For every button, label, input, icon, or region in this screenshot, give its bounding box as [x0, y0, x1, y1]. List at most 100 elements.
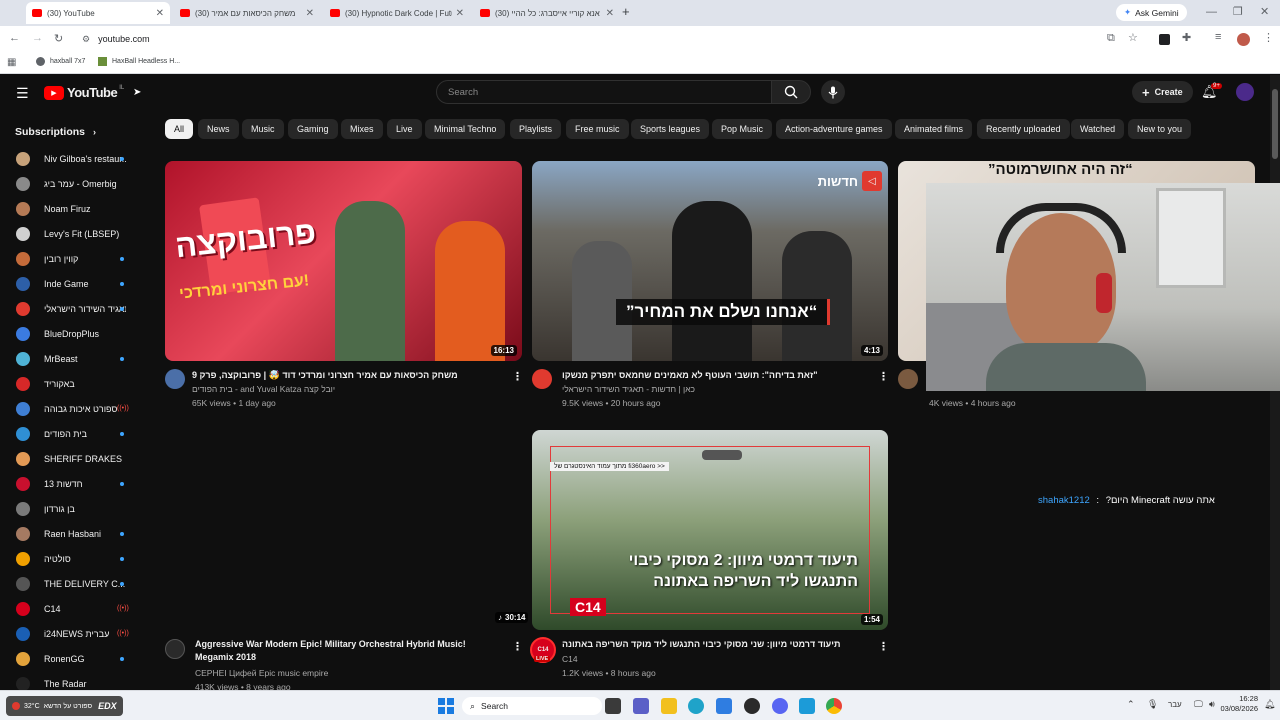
more-actions-icon[interactable]: ⋮ — [878, 640, 889, 653]
chip-playlists[interactable]: Playlists — [510, 119, 562, 139]
voice-search-button[interactable] — [821, 80, 845, 104]
sidebar-subscription-item[interactable]: Raen Hasbani — [0, 521, 140, 546]
tab-3[interactable]: (30) Hypnotic Dark Code | Futu ✕ — [324, 2, 470, 24]
media-controls-icon[interactable]: ≡ — [1215, 31, 1221, 43]
network-icon[interactable]: 🖵︎ — [1194, 699, 1203, 710]
close-tab-icon[interactable]: ✕ — [156, 8, 164, 19]
more-actions-icon[interactable]: ⋮ — [512, 640, 523, 653]
chip-action-adventure[interactable]: Action-adventure games — [776, 119, 892, 139]
extensions-puzzle-icon[interactable]: ✚ — [1182, 31, 1191, 44]
chip-watched[interactable]: Watched — [1071, 119, 1125, 139]
video-channel[interactable]: כאן | חדשות - תאגיד השידור הישראלי — [562, 383, 695, 396]
sidebar-subscription-item[interactable]: עמר ביג - Omerbig — [0, 171, 140, 196]
video-channel[interactable]: CEPHEI Цифей Epic music empire — [195, 667, 328, 680]
scrollbar-thumb[interactable] — [1272, 89, 1278, 159]
channel-avatar[interactable] — [165, 369, 185, 389]
video-title[interactable]: "זאת בדיחה": תושבי העוטף לא מאמינים שחמא… — [562, 369, 872, 382]
sidebar-subscription-item[interactable]: 13 חדשות — [0, 471, 140, 496]
taskbar-search[interactable]: ⌕ Search — [462, 697, 602, 715]
windows-start-icon[interactable] — [438, 698, 454, 714]
sidebar-subscription-item[interactable]: BlueDropPlus — [0, 321, 140, 346]
youtube-logo[interactable]: ▶ YouTube IL — [44, 85, 124, 100]
extension-icon[interactable] — [1159, 34, 1170, 45]
close-tab-icon[interactable]: ✕ — [456, 8, 464, 19]
teams-icon[interactable] — [633, 698, 649, 714]
file-explorer-icon[interactable] — [661, 698, 677, 714]
language-indicator[interactable]: עבר — [1168, 700, 1182, 709]
sidebar-subscription-item[interactable]: בית הפודים — [0, 421, 140, 446]
video-thumbnail[interactable]: פרובוקצה עם חצרוני ומרדכי! 16:13 — [165, 161, 522, 361]
account-avatar[interactable] — [1236, 83, 1254, 101]
back-icon[interactable]: ← — [9, 32, 20, 44]
chip-music[interactable]: Music — [242, 119, 284, 139]
weather-widget[interactable]: 32°C ספורט על הדשא EDX — [6, 696, 123, 716]
create-button[interactable]: + Create — [1132, 81, 1193, 103]
more-actions-icon[interactable]: ⋮ — [512, 370, 523, 383]
chip-news[interactable]: News — [198, 119, 239, 139]
chip-gaming[interactable]: Gaming — [288, 119, 338, 139]
chip-all[interactable]: All — [165, 119, 194, 139]
discord-icon[interactable] — [772, 698, 788, 714]
forward-icon[interactable]: → — [32, 32, 43, 44]
sidebar-subscription-item[interactable]: C14 ((•)) — [0, 596, 140, 621]
taskbar-clock[interactable]: 16:28 03/08/2026 — [1220, 694, 1258, 714]
profile-avatar[interactable] — [1237, 33, 1250, 46]
sidebar-subscription-item[interactable]: באקוריד — [0, 371, 140, 396]
sidebar-subscription-item[interactable]: קווין רובין — [0, 246, 140, 271]
video-channel[interactable]: C14 — [562, 653, 578, 666]
video-thumbnail[interactable]: מתוך עמוד האינסטגרם של fi360aero >> תיעו… — [532, 430, 888, 630]
search-button[interactable] — [771, 80, 811, 104]
tab-youtube[interactable]: (30) YouTube ✕ — [26, 2, 170, 24]
sidebar-subscription-item[interactable]: בן גורדון — [0, 496, 140, 521]
task-view-icon[interactable] — [605, 698, 621, 714]
tray-chevron-up-icon[interactable]: ⌃ — [1127, 699, 1135, 710]
chrome-menu-icon[interactable]: ⋮ — [1263, 31, 1274, 44]
sidebar-subscription-item[interactable]: MrBeast — [0, 346, 140, 371]
chip-mixes[interactable]: Mixes — [341, 119, 383, 139]
microphone-icon[interactable]: 🎙︎ — [1147, 699, 1158, 710]
channel-avatar[interactable] — [898, 369, 918, 389]
new-tab-button[interactable]: + — [622, 4, 630, 19]
sidebar-subscription-item[interactable]: תאגיד השידור הישראלי... — [0, 296, 140, 321]
sidebar-subscription-item[interactable]: Niv Gilboa's restaur... — [0, 146, 140, 171]
sidebar-subscription-item[interactable]: RonenGG — [0, 646, 140, 671]
site-info-icon[interactable]: ⚙ — [82, 34, 90, 45]
channel-avatar[interactable] — [165, 639, 185, 659]
chrome-icon[interactable] — [826, 698, 842, 714]
reload-icon[interactable]: ↻ — [54, 32, 63, 45]
close-tab-icon[interactable]: ✕ — [606, 8, 614, 19]
video-title[interactable]: תיעוד דרמטי מיוון: שני מסוקי כיבוי התנגש… — [562, 638, 872, 651]
chip-minimal-techno[interactable]: Minimal Techno — [425, 119, 506, 139]
menu-hamburger-icon[interactable]: ☰ — [16, 85, 29, 102]
chip-new-to-you[interactable]: New to you — [1128, 119, 1192, 139]
omnibox[interactable]: ⚙ youtube.com — [76, 29, 1106, 49]
ask-gemini-button[interactable]: ✦ Ask Gemini — [1116, 4, 1187, 21]
video-title[interactable]: Aggressive War Modern Epic! Military Orc… — [195, 638, 495, 664]
chip-live[interactable]: Live — [387, 119, 422, 139]
chip-sports-leagues[interactable]: Sports leagues — [631, 119, 710, 139]
store-icon[interactable] — [716, 698, 732, 714]
sidebar-subscription-item[interactable]: ספורט איכות גבוהה ((•)) — [0, 396, 140, 421]
restore-window-icon[interactable]: ❐ — [1233, 5, 1243, 18]
bookmark-haxball[interactable]: haxball 7x7 — [36, 57, 85, 66]
sidebar-subscription-item[interactable]: Inde Game — [0, 271, 140, 296]
minimize-window-icon[interactable]: — — [1206, 6, 1217, 18]
sidebar-subscription-item[interactable]: Noam Firuz — [0, 196, 140, 221]
sidebar-subscription-item[interactable]: The Radar — [0, 671, 140, 690]
close-tab-icon[interactable]: ✕ — [306, 8, 314, 19]
bookmark-haxball-headless[interactable]: HaxBall Headless H... — [98, 57, 180, 66]
app-icon[interactable] — [799, 698, 815, 714]
video-title[interactable]: משחק הכיסאות עם אמיר חצרוני ומרדכי דוד 🤯… — [192, 369, 502, 382]
bookmark-star-icon[interactable]: ☆ — [1128, 31, 1138, 44]
video-thumbnail[interactable]: חדשות ◁ ”אנחנו נשלם את המחיר“ 4:13 — [532, 161, 888, 361]
chip-free-music[interactable]: Free music — [566, 119, 629, 139]
obs-icon[interactable] — [744, 698, 760, 714]
video-channel[interactable]: יובל קצה and Yuval Katza - בית הפודים — [192, 383, 335, 396]
sidebar-subscription-item[interactable]: Levy's Fit (LBSEP) — [0, 221, 140, 246]
install-app-icon[interactable]: ⧉ — [1107, 32, 1115, 45]
channel-avatar[interactable] — [532, 369, 552, 389]
close-window-icon[interactable]: ✕ — [1260, 5, 1269, 18]
chip-recently-uploaded[interactable]: Recently uploaded — [977, 119, 1070, 139]
tab-2[interactable]: (30) משחק הכיסאות עם אמיר ✕ — [174, 2, 320, 24]
chip-animated-films[interactable]: Animated films — [895, 119, 973, 139]
